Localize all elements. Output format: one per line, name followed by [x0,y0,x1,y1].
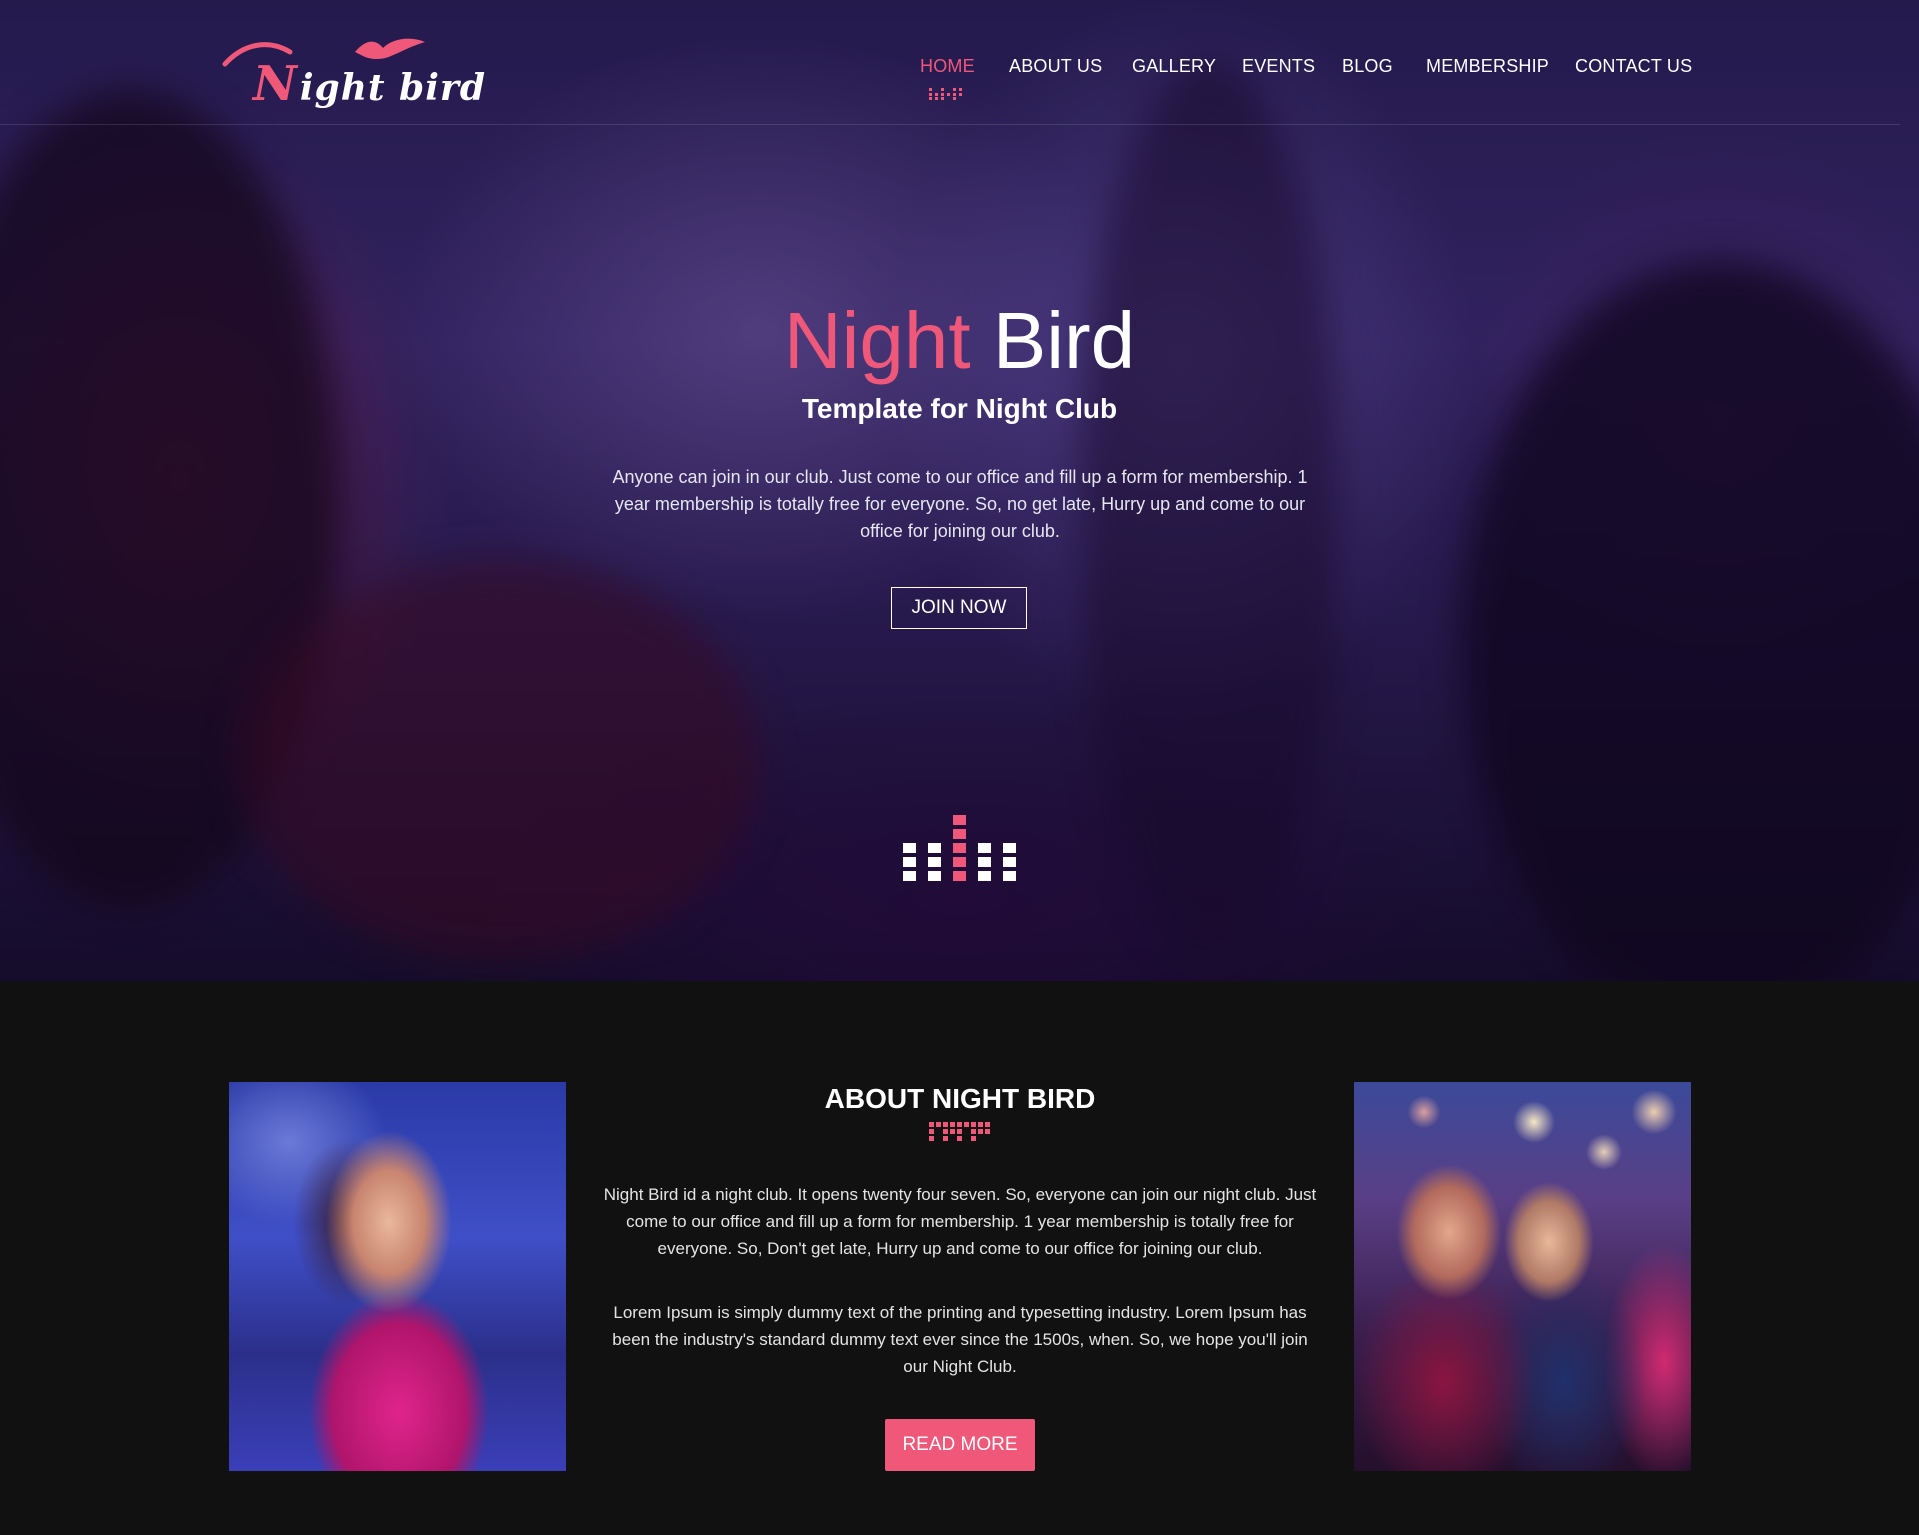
about-image-left [229,1082,566,1471]
nav-item-events[interactable]: EVENTS [1242,56,1315,77]
logo-text: Night bird [253,56,487,112]
active-nav-indicator-icon [929,88,962,100]
nav-item-gallery[interactable]: GALLERY [1132,56,1216,77]
equalizer-icon[interactable] [903,815,1016,883]
navbar: Night bird HOME ABOUT US GALLERY EVENTS … [0,0,1900,125]
page: Night bird HOME ABOUT US GALLERY EVENTS … [0,0,1919,1535]
about-image-right [1354,1082,1691,1471]
hero-title: Night Bird [0,296,1919,386]
nav-item-blog[interactable]: BLOG [1342,56,1393,77]
hero-description: Anyone can join in our club. Just come t… [612,467,1308,541]
read-more-button[interactable]: READ MORE [885,1419,1035,1471]
join-now-button[interactable]: JOIN NOW [891,587,1027,629]
about-paragraph-1: Night Bird id a night club. It opens twe… [603,1185,1317,1258]
section-divider-icon [929,1122,990,1141]
about-paragraph-2: Lorem Ipsum is simply dummy text of the … [612,1303,1308,1376]
about-title: ABOUT NIGHT BIRD [824,1083,1096,1114]
hero-title-accent: Night [783,296,971,385]
nav-item-contact-us[interactable]: CONTACT US [1575,56,1692,77]
nav-item-membership[interactable]: MEMBERSHIP [1426,56,1549,77]
nav-item-about-us[interactable]: ABOUT US [1009,56,1102,77]
hero-section: Night bird HOME ABOUT US GALLERY EVENTS … [0,0,1919,981]
site-logo[interactable]: Night bird [215,34,485,112]
nav-item-home[interactable]: HOME [920,56,975,77]
hero-title-main: Bird [992,296,1136,385]
hero-subtitle: Template for Night Club [801,393,1118,424]
